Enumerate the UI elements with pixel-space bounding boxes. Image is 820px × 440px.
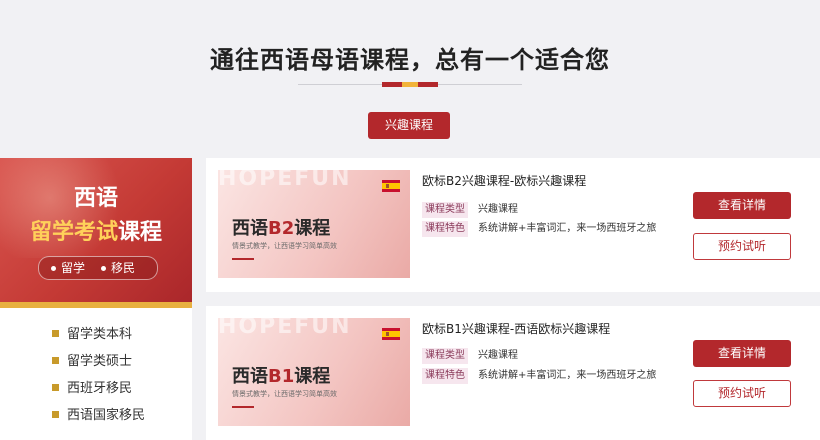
course-type-badge: 课程类型	[422, 202, 468, 218]
menu-item-master[interactable]: 留学类硕士	[52, 353, 132, 371]
course-feature-badge: 课程特色	[422, 221, 468, 237]
thumbnail-title-suffix: 课程	[294, 366, 331, 387]
square-bullet-icon	[52, 384, 59, 391]
course-type-value: 兴趣课程	[478, 350, 518, 361]
course-title[interactable]: 欧标B1兴趣课程-西语欧标兴趣课程	[422, 320, 610, 337]
menu-item-undergrad[interactable]: 留学类本科	[52, 326, 132, 344]
course-feature-value: 系统讲解+丰富词汇，来一场西班牙之旅	[478, 223, 657, 234]
thumbnail-title: 西语B1课程	[232, 362, 330, 388]
course-feature-value: 系统讲解+丰富词汇，来一场西班牙之旅	[478, 370, 657, 381]
square-bullet-icon	[52, 411, 59, 418]
thumbnail-subtitle: 情景式教学，让西语学习简单高效	[232, 242, 337, 250]
thumbnail-title-prefix: 西语	[232, 218, 268, 239]
thumbnail-level: B2	[268, 218, 295, 239]
section-title: 通往西语母语课程，总有一个适合您	[210, 46, 610, 74]
banner-title-highlight: 留学考试	[29, 220, 118, 245]
book-trial-button[interactable]: 预约试听	[693, 380, 791, 407]
promo-banner[interactable]: 西语 留学考试课程 留学 移民	[0, 158, 192, 308]
banner-title-rest: 课程	[118, 220, 163, 245]
thumbnail-watermark: HOPEFUN	[218, 318, 352, 339]
dot-icon	[51, 266, 56, 271]
banner-tag-label: 留学	[61, 261, 86, 275]
thumbnail-accent-line	[232, 406, 254, 408]
thumbnail-accent-line	[232, 258, 254, 260]
menu-item-label: 留学类硕士	[67, 354, 133, 369]
thumbnail-subtitle: 情景式教学，让西语学习简单高效	[232, 390, 337, 398]
banner-tag-label: 移民	[111, 261, 136, 275]
menu-item-spanish-countries-immigration[interactable]: 西语国家移民	[52, 407, 145, 425]
title-accent-bar	[382, 82, 438, 87]
square-bullet-icon	[52, 330, 59, 337]
square-bullet-icon	[52, 357, 59, 364]
spain-flag-icon	[382, 180, 400, 192]
menu-item-label: 西语国家移民	[67, 408, 146, 423]
thumbnail-title: 西语B2课程	[232, 214, 330, 240]
view-details-button[interactable]: 查看详情	[693, 340, 791, 367]
menu-item-label: 留学类本科	[67, 327, 133, 342]
banner-tags: 留学 移民	[38, 256, 158, 280]
view-details-button[interactable]: 查看详情	[693, 192, 791, 219]
course-type-value: 兴趣课程	[478, 204, 518, 215]
tab-interest-courses[interactable]: 兴趣课程	[368, 112, 450, 139]
course-title[interactable]: 欧标B2兴趣课程-欧标兴趣课程	[422, 172, 586, 189]
course-feature-badge: 课程特色	[422, 368, 468, 384]
course-type-badge: 课程类型	[422, 348, 468, 364]
banner-tag-immigration: 移民	[101, 257, 135, 279]
menu-item-spain-immigration[interactable]: 西班牙移民	[52, 380, 132, 398]
book-trial-button[interactable]: 预约试听	[693, 233, 791, 260]
spain-flag-icon	[382, 328, 400, 340]
dot-icon	[101, 266, 106, 271]
banner-tag-study: 留学	[51, 257, 85, 279]
course-thumbnail[interactable]: HOPEFUN 西语B1课程 情景式教学，让西语学习简单高效	[218, 318, 410, 426]
menu-item-label: 西班牙移民	[67, 381, 133, 396]
thumbnail-title-prefix: 西语	[232, 366, 268, 387]
banner-title-line1: 西语	[73, 186, 118, 211]
banner-title-line2: 留学考试课程	[0, 214, 192, 246]
thumbnail-level: B1	[268, 366, 295, 387]
course-card: HOPEFUN 西语B1课程 情景式教学，让西语学习简单高效 欧标B1兴趣课程-…	[206, 306, 820, 440]
course-card: HOPEFUN 西语B2课程 情景式教学，让西语学习简单高效 欧标B2兴趣课程-…	[206, 158, 820, 292]
course-thumbnail[interactable]: HOPEFUN 西语B2课程 情景式教学，让西语学习简单高效	[218, 170, 410, 278]
thumbnail-title-suffix: 课程	[294, 218, 331, 239]
thumbnail-watermark: HOPEFUN	[218, 170, 352, 191]
category-menu: 留学类本科 留学类硕士 西班牙移民 西语国家移民	[0, 308, 192, 440]
